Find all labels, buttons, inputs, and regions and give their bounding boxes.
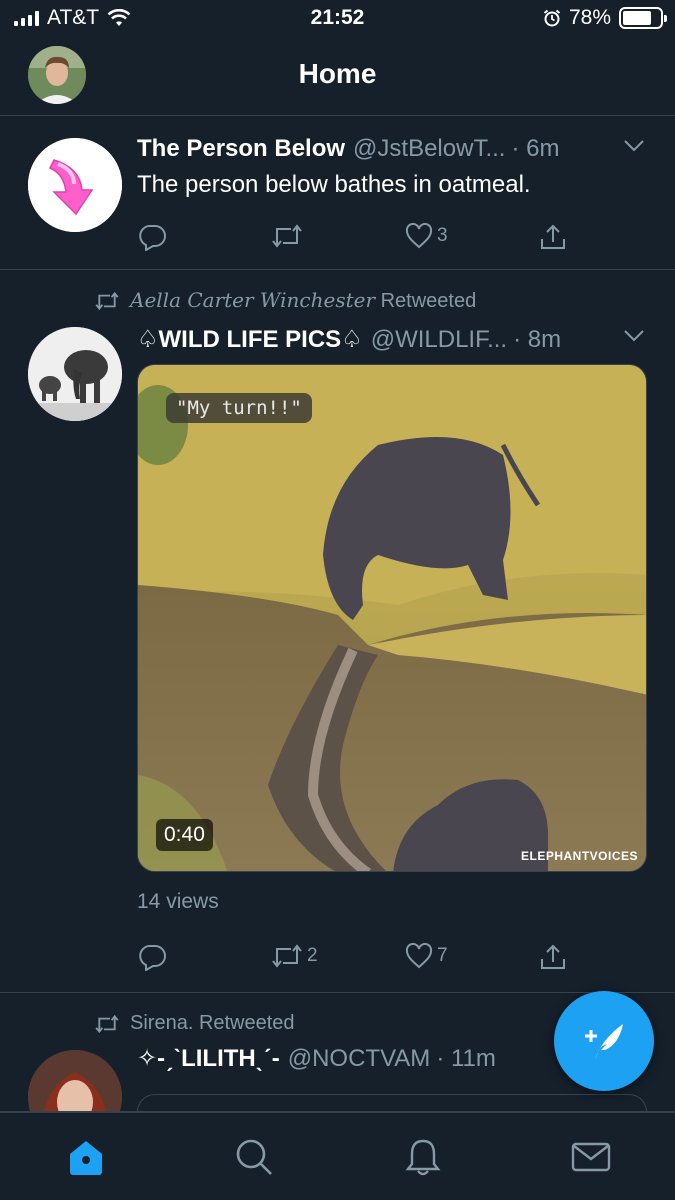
pink-arrow-icon [28, 138, 122, 232]
display-name[interactable]: The Person Below [137, 135, 345, 163]
home-icon [70, 1141, 102, 1175]
tab-messages[interactable] [569, 1135, 613, 1179]
tweet-avatar[interactable] [28, 138, 122, 232]
retweet-icon [272, 944, 302, 968]
view-count: 14 views [137, 890, 219, 913]
tweet-avatar[interactable] [28, 327, 122, 421]
tweet-avatar[interactable] [28, 1050, 122, 1111]
chevron-down-icon[interactable] [623, 329, 645, 343]
tab-search[interactable] [232, 1135, 276, 1179]
retweeted-label: Retweeted [380, 290, 477, 312]
elephant-avatar-image [28, 327, 122, 421]
tweet-video[interactable]: "My turn!!" 0:40 ELEPHANTVOICES [137, 364, 647, 872]
top-header: Home [0, 40, 675, 116]
retweet-icon [95, 291, 119, 310]
video-watermark: ELEPHANTVOICES [520, 849, 638, 863]
tweet-time: · 6m [511, 135, 560, 162]
tweet-header: ✧-ˏˋLILITHˎˊ- @NOCTVAM · 11m [137, 1044, 565, 1073]
retweeter-name[interactable]: Sirena. [130, 1012, 193, 1034]
retweeted-label: Retweeted [198, 1012, 295, 1034]
reply-button[interactable] [137, 943, 167, 971]
tweet[interactable]: The Person Below @JstBelowT... · 6m The … [0, 117, 675, 270]
mail-icon [571, 1142, 611, 1172]
reply-icon [139, 945, 166, 971]
status-bar: AT&T 21:52 78% [0, 0, 675, 40]
share-icon [541, 944, 565, 969]
search-icon [236, 1139, 272, 1175]
heart-icon [405, 223, 433, 249]
reply-button[interactable] [137, 223, 167, 251]
video-caption: "My turn!!" [166, 393, 312, 423]
tweet-text: The person below bathes in oatmeal. [137, 171, 531, 198]
red-hair-avatar-image [28, 1050, 122, 1111]
like-button[interactable]: 3 [405, 223, 448, 249]
like-count: 3 [437, 225, 448, 246]
retweeter-name[interactable]: Aella Carter Winchester [130, 288, 375, 312]
alarm-icon [543, 9, 561, 27]
like-button[interactable]: 7 [405, 943, 448, 969]
video-thumbnail [138, 365, 646, 871]
status-right: 78% [543, 6, 667, 30]
tweet-actions: 3 [137, 223, 577, 253]
like-count: 7 [437, 945, 448, 966]
retweet-context: Aella Carter Winchester Retweeted [94, 288, 476, 313]
tab-notifications[interactable] [401, 1135, 445, 1179]
retweet-button[interactable] [271, 223, 303, 249]
share-button[interactable] [539, 943, 567, 971]
tweet[interactable]: Aella Carter Winchester Retweeted ♤WILD … [0, 271, 675, 993]
share-button[interactable] [539, 223, 567, 251]
retweet-button[interactable]: 2 [271, 943, 318, 969]
compose-tweet-icon [585, 1024, 623, 1060]
reply-icon [139, 225, 166, 251]
share-icon [541, 224, 565, 249]
chevron-down-icon[interactable] [623, 139, 645, 153]
tab-home[interactable] [64, 1135, 108, 1179]
tweet-time: · 8m [513, 325, 562, 353]
page-title: Home [298, 58, 377, 89]
heart-icon [405, 943, 433, 969]
tweet-header: The Person Below @JstBelowT... · 6m [137, 135, 645, 163]
retweet-icon [272, 224, 302, 248]
user-handle: @JstBelowT... [353, 135, 506, 162]
bottom-tab-bar [0, 1112, 675, 1200]
retweet-icon [95, 1014, 119, 1033]
tweet-header: ♤WILD LIFE PICS♤ @WILDLIF... · 8m [137, 325, 645, 354]
retweet-count: 2 [307, 945, 318, 966]
tweet-time: · 11m [436, 1044, 496, 1072]
tweet-actions: 2 7 [137, 943, 577, 973]
quoted-card-edge [137, 1094, 647, 1111]
user-handle: @NOCTVAM [287, 1044, 431, 1072]
retweet-context: Sirena. Retweeted [94, 1012, 295, 1035]
video-duration: 0:40 [156, 819, 213, 851]
battery-icon [619, 7, 667, 29]
battery-percent: 78% [568, 6, 611, 29]
display-name[interactable]: ✧-ˏˋLILITHˎˊ- [137, 1044, 280, 1073]
compose-tweet-button[interactable] [554, 991, 654, 1091]
user-handle: @WILDLIF... [370, 325, 508, 353]
display-name[interactable]: ♤WILD LIFE PICS♤ [137, 325, 363, 354]
bell-icon [405, 1139, 441, 1176]
